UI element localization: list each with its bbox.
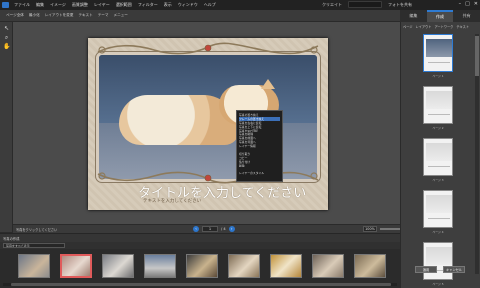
menu-enhance[interactable]: 画質調整: [72, 2, 88, 8]
bin-photo[interactable]: [270, 254, 302, 278]
zoom-tool-icon[interactable]: ⌕: [3, 35, 10, 41]
tab-create[interactable]: 作成: [426, 10, 454, 22]
menu-edit[interactable]: 編集: [36, 2, 44, 8]
photo-bin-scroll-thumb[interactable]: [11, 283, 391, 286]
subtab-artwork[interactable]: アートワーク: [434, 24, 453, 29]
options-bar: ページ全体 最小化 レイアウトを変更 テキスト テーマ メニュー: [0, 10, 400, 22]
page-thumbnail[interactable]: [423, 190, 453, 228]
prev-page-icon[interactable]: ‹: [193, 226, 199, 232]
thumbnail-text-line: [428, 166, 450, 167]
page-thumbnail-caption: ページ 3: [432, 178, 444, 182]
zoom-slider[interactable]: [380, 228, 400, 230]
thumbnail-preview: [426, 39, 452, 57]
option-change-layout[interactable]: レイアウトを変更: [45, 13, 74, 18]
bin-photo[interactable]: [144, 254, 176, 278]
next-page-icon[interactable]: ›: [228, 226, 235, 232]
tab-share[interactable]: 共有: [453, 10, 480, 22]
move-tool-icon[interactable]: ↖: [3, 26, 10, 32]
subtab-layout[interactable]: レイアウト: [416, 24, 432, 29]
thumbnail-text-line: [428, 62, 450, 63]
search-box[interactable]: [348, 1, 382, 8]
menu-image[interactable]: イメージ: [50, 2, 66, 8]
menu-view[interactable]: 表示: [164, 2, 172, 8]
maximize-icon[interactable]: □: [465, 1, 470, 7]
bin-photo[interactable]: [18, 254, 50, 278]
bin-photo[interactable]: [60, 254, 92, 278]
create-label[interactable]: クリエイト: [322, 2, 342, 8]
thumbnail-text-line: [428, 114, 450, 115]
option-theme[interactable]: テーマ: [98, 13, 109, 18]
cat-ear: [261, 79, 275, 89]
app-icon: [2, 2, 9, 8]
menu-file[interactable]: ファイル: [14, 2, 30, 8]
option-text[interactable]: テキスト: [78, 13, 92, 18]
panel-subtabs: ページ レイアウト アートワーク テキスト: [403, 24, 469, 29]
subtab-text[interactable]: テキスト: [456, 24, 469, 29]
photo-bin-dropdown[interactable]: 写真をすべて表示: [3, 243, 65, 248]
page-navigator: ‹ 1 / 4 ›: [193, 226, 235, 232]
thumbnail-preview: [426, 91, 452, 109]
window-controls: – □ ✕: [459, 1, 478, 7]
context-menu: 写真の置き換え フレームの置き換え 写真を左右に反転 写真を上下に反転 写真を90°回転…: [236, 110, 283, 182]
panel-scrollbar[interactable]: [475, 34, 479, 274]
pages-panel: ページ レイアウト アートワーク テキスト ページ 1 ページ 2 ページ 3 ページ…: [400, 22, 480, 288]
photo-bin: [0, 249, 400, 288]
photo-bin-label: 写真の作成: [3, 237, 20, 241]
greeting-card-page[interactable]: タイトルを入力してください テキストを入力してください: [88, 38, 328, 210]
page-thumbnail[interactable]: [423, 242, 453, 280]
page-thumbnail[interactable]: [423, 138, 453, 176]
thumbnail-text-line: [428, 218, 450, 219]
page-number-field[interactable]: 1: [202, 226, 218, 232]
subtab-pages[interactable]: ページ: [403, 24, 413, 29]
menu-help[interactable]: ヘルプ: [204, 2, 216, 8]
page-total: / 4: [221, 227, 226, 231]
bin-photo[interactable]: [312, 254, 344, 278]
hand-tool-icon[interactable]: ✋: [3, 44, 10, 50]
page-thumbnail-caption: ページ 5: [432, 282, 444, 286]
menubar-right: クリエイト フォトを共有: [322, 1, 412, 8]
menu-filter[interactable]: フィルター: [138, 2, 158, 8]
zoom-field[interactable]: 100%: [363, 226, 377, 232]
menu-select[interactable]: 選択範囲: [116, 2, 132, 8]
bin-photo[interactable]: [228, 254, 260, 278]
subtitle-textbox[interactable]: テキストを入力してください: [143, 198, 201, 204]
zoom-control: 100%: [363, 226, 400, 232]
tool-bar: ↖ ⌕ ✋: [0, 22, 13, 232]
tab-edit[interactable]: 編集: [400, 10, 427, 22]
thumbnail-preview: [426, 143, 452, 161]
canvas-area: タイトルを入力してください テキストを入力してください 写真の置き換え フレームの…: [13, 22, 400, 224]
panel-tabs: 編集 作成 共有: [400, 10, 480, 22]
apply-button[interactable]: 適用: [415, 266, 437, 273]
option-minimize[interactable]: 最小化: [29, 13, 40, 18]
bin-photo[interactable]: [354, 254, 386, 278]
share-label[interactable]: フォトを共有: [388, 2, 412, 8]
close-icon[interactable]: ✕: [474, 1, 478, 7]
menu-layer[interactable]: レイヤー: [94, 2, 110, 8]
context-menu-item[interactable]: レイヤーのスタイル: [239, 171, 280, 175]
photo-bin-scrollbar[interactable]: [3, 283, 397, 286]
menu-bar: ファイル 編集 イメージ 画質調整 レイヤー 選択範囲 フィルター 表示 ウィン…: [0, 0, 480, 10]
page-thumbnail-caption: ページ 1: [432, 74, 444, 78]
cancel-button[interactable]: キャンセル: [443, 266, 465, 273]
framed-photo[interactable]: [96, 52, 320, 182]
main-menu: ファイル 編集 イメージ 画質調整 レイヤー 選択範囲 フィルター 表示 ウィン…: [14, 2, 216, 8]
page-thumbnail[interactable]: [423, 34, 453, 72]
canvas-controls: 写真をクリックしてください ‹ 1 / 4 › 100%: [13, 224, 400, 233]
panel-buttons: 適用 キャンセル: [415, 266, 465, 273]
canvas-status-label: 写真をクリックしてください: [16, 228, 58, 232]
photo-bin-filter: 写真をすべて表示: [0, 242, 400, 249]
photo-bin-header: 写真の作成: [0, 233, 400, 242]
minimize-icon[interactable]: –: [459, 1, 462, 7]
bin-photo[interactable]: [102, 254, 134, 278]
menu-window[interactable]: ウィンドウ: [178, 2, 198, 8]
option-fit-page[interactable]: ページ全体: [6, 13, 24, 18]
page-thumbnail[interactable]: [423, 86, 453, 124]
page-thumbnail-caption: ページ 4: [432, 230, 444, 234]
option-menu[interactable]: メニュー: [114, 13, 128, 18]
thumbnail-preview: [426, 247, 452, 265]
page-thumbnail-caption: ページ 2: [432, 126, 444, 130]
thumbnail-preview: [426, 195, 452, 213]
panel-scroll-thumb[interactable]: [475, 36, 479, 76]
bin-photo[interactable]: [186, 254, 218, 278]
